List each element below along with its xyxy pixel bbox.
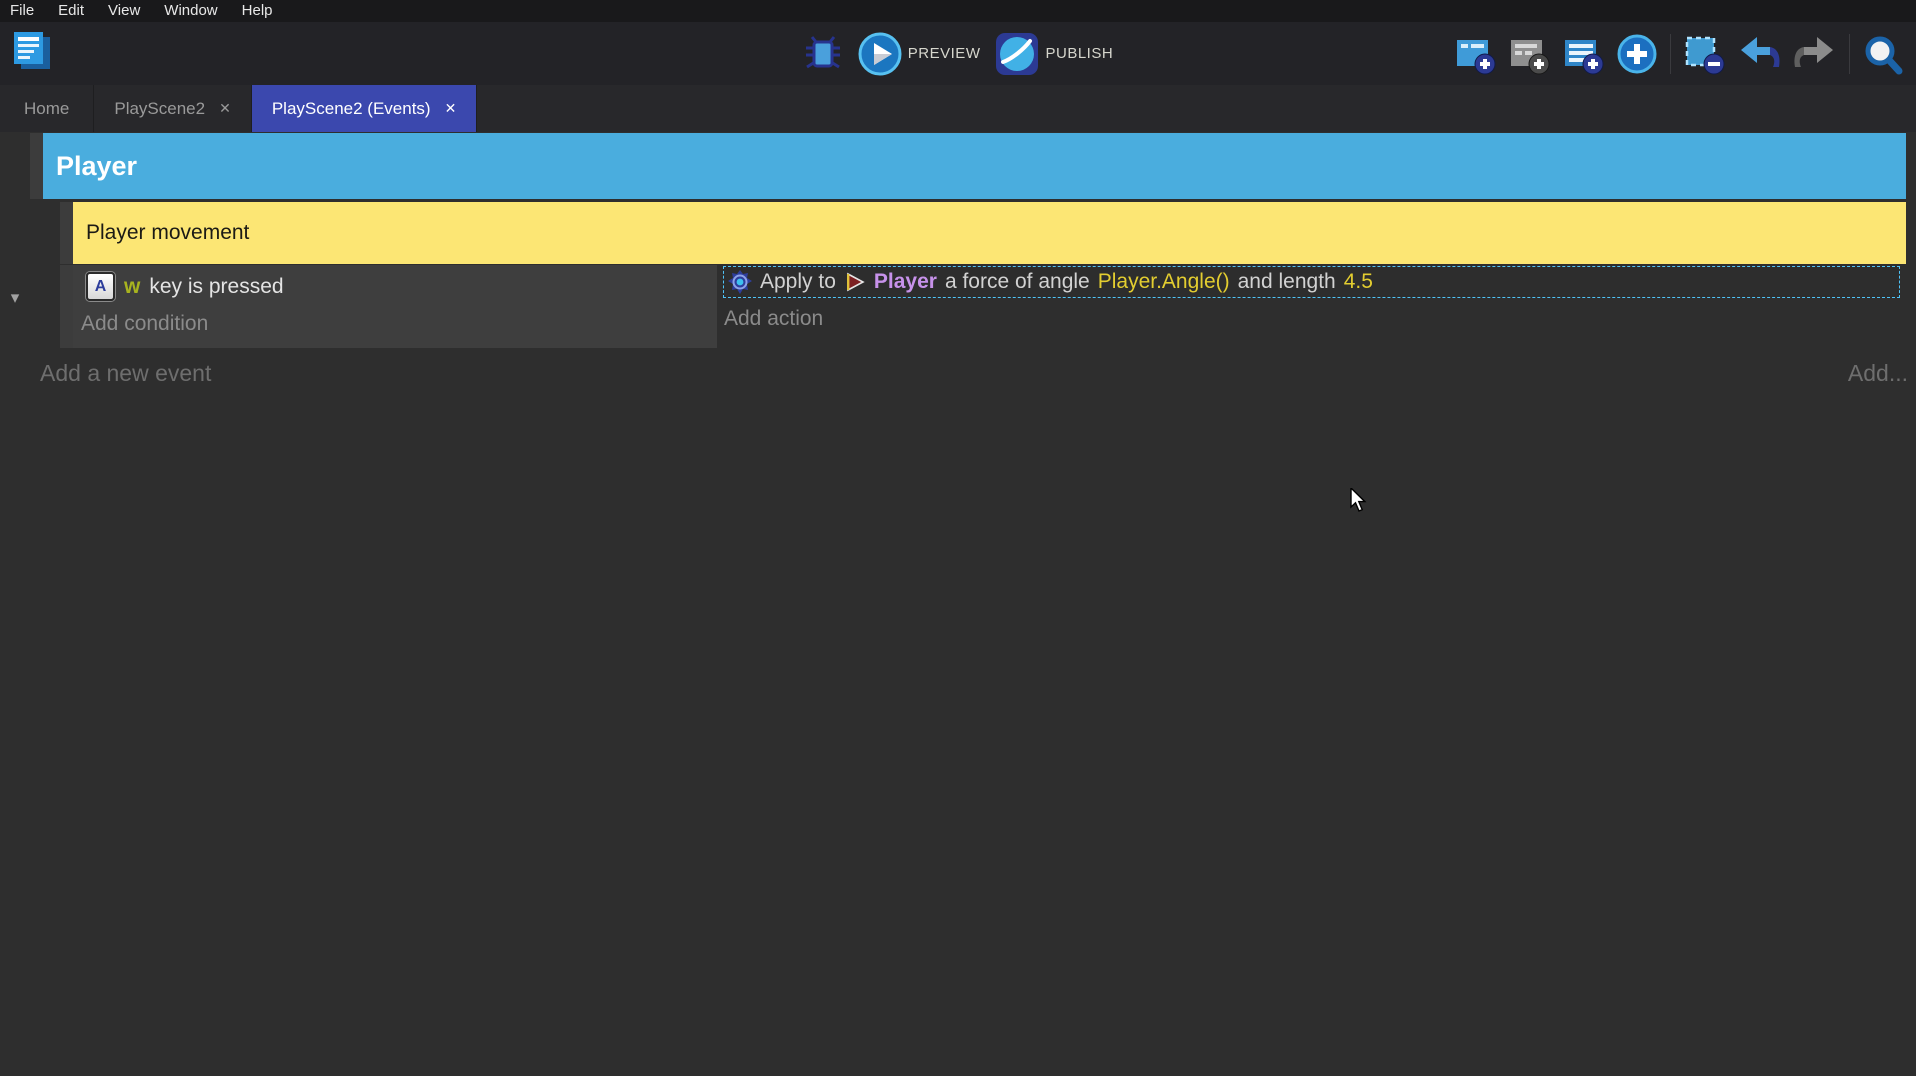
toolbar-separator	[1849, 34, 1850, 74]
deselect-icon	[1683, 33, 1725, 75]
search-icon	[1862, 33, 1904, 75]
group-drag-handle[interactable]	[30, 133, 43, 199]
action-object-name: Player	[874, 270, 937, 294]
debugger-button[interactable]	[803, 36, 843, 72]
add-list-icon	[1562, 33, 1604, 75]
preview-label: PREVIEW	[908, 45, 981, 62]
menu-file[interactable]: File	[0, 0, 46, 22]
condition-text: key is pressed	[149, 275, 283, 299]
keyboard-key-icon: A	[86, 272, 115, 301]
choose-add-button[interactable]	[1616, 33, 1658, 75]
project-manager-button[interactable]	[9, 28, 55, 74]
menu-view[interactable]: View	[96, 0, 152, 22]
object-thumbnail-icon	[844, 271, 866, 293]
undo-icon	[1737, 35, 1781, 73]
tab-label: Home	[24, 99, 69, 119]
publish-globe-icon	[994, 31, 1040, 77]
event-drag-handle[interactable]	[60, 265, 73, 348]
comment-block[interactable]: Player movement	[73, 202, 1906, 264]
undo-button[interactable]	[1737, 35, 1781, 73]
preview-play-icon	[857, 31, 903, 77]
add-comment-button[interactable]	[1562, 33, 1604, 75]
publish-button[interactable]: PUBLISH	[994, 31, 1113, 77]
actions-column: Apply to Player a force of angle Player.…	[723, 265, 1906, 348]
event-row: A w key is pressed Add condition Apply t…	[73, 265, 1906, 348]
keyboard-key-letter: A	[95, 278, 107, 296]
event-group-header[interactable]: Player	[43, 133, 1906, 199]
action-apply-force[interactable]: Apply to Player a force of angle Player.…	[723, 266, 1900, 298]
force-icon	[728, 270, 752, 294]
toolbar-right-group	[1454, 22, 1904, 85]
action-prefix: Apply to	[760, 270, 836, 294]
condition-key-param: w	[124, 275, 140, 299]
deselect-all-button[interactable]	[1683, 33, 1725, 75]
add-new-event-button[interactable]: Add a new event	[40, 360, 211, 387]
close-icon[interactable]: ✕	[219, 100, 231, 117]
events-sheet: ▾ Player Player movement A w key is pres…	[0, 132, 1916, 1076]
action-suffix-text: and length	[1238, 270, 1336, 294]
close-icon[interactable]: ✕	[445, 100, 457, 117]
menu-bar: File Edit View Window Help	[0, 0, 1916, 22]
comment-drag-handle[interactable]	[60, 202, 73, 264]
debugger-bug-icon	[803, 36, 843, 72]
add-more-button[interactable]: Add...	[1848, 360, 1908, 387]
add-event-row: Add a new event Add...	[0, 360, 1916, 400]
add-condition-button[interactable]: Add condition	[81, 312, 208, 336]
redo-button[interactable]	[1793, 35, 1837, 73]
conditions-column: A w key is pressed Add condition	[73, 265, 717, 348]
condition-key-pressed[interactable]: A w key is pressed	[73, 265, 717, 301]
action-length-value: 4.5	[1344, 270, 1373, 294]
tab-playscene2-events[interactable]: PlayScene2 (Events) ✕	[252, 85, 477, 132]
comment-text: Player movement	[86, 221, 249, 245]
project-manager-icon	[9, 28, 55, 74]
main-toolbar: PREVIEW PUBLISH	[0, 22, 1916, 86]
add-subevent-button[interactable]	[1508, 33, 1550, 75]
add-window-gray-icon	[1508, 33, 1550, 75]
tab-label: PlayScene2	[114, 99, 205, 119]
menu-help[interactable]: Help	[230, 0, 285, 22]
action-middle-text: a force of angle	[945, 270, 1090, 294]
tab-label: PlayScene2 (Events)	[272, 99, 431, 119]
preview-button[interactable]: PREVIEW	[857, 31, 981, 77]
add-window-icon	[1454, 33, 1496, 75]
add-event-button[interactable]	[1454, 33, 1496, 75]
toolbar-separator	[1670, 34, 1671, 74]
tab-playscene2[interactable]: PlayScene2 ✕	[94, 85, 251, 132]
publish-label: PUBLISH	[1045, 45, 1113, 62]
tab-bar: Home PlayScene2 ✕ PlayScene2 (Events) ✕	[0, 85, 1916, 132]
redo-icon	[1793, 35, 1837, 73]
menu-edit[interactable]: Edit	[46, 0, 96, 22]
group-title: Player	[56, 151, 137, 182]
chevron-down-icon[interactable]: ▾	[4, 286, 26, 310]
search-events-button[interactable]	[1862, 33, 1904, 75]
action-angle-expression: Player.Angle()	[1098, 270, 1230, 294]
add-circle-icon	[1616, 33, 1658, 75]
menu-window[interactable]: Window	[152, 0, 229, 22]
tab-home[interactable]: Home	[0, 85, 94, 132]
add-action-button[interactable]: Add action	[724, 307, 823, 331]
